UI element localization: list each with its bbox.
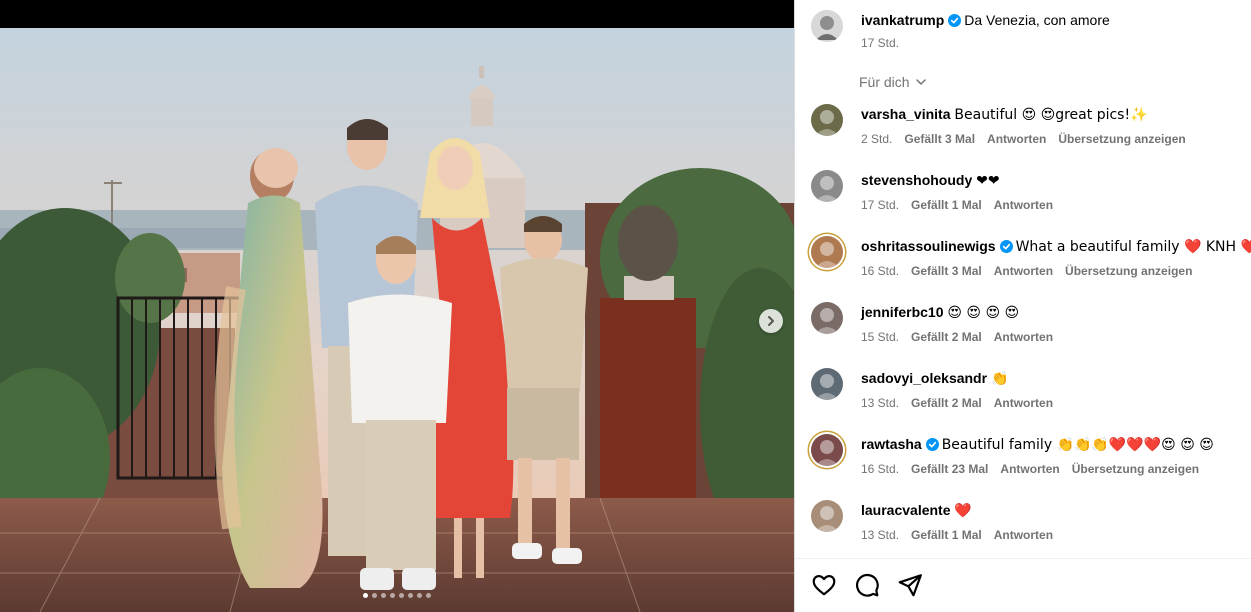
comment-username[interactable]: lauracvalente [861, 502, 951, 518]
comment-meta: 17 Std. Gefällt 1 Mal Antworten [861, 198, 1065, 212]
comment-meta: 13 Std. Gefällt 2 Mal Antworten [861, 396, 1065, 410]
reply-button[interactable]: Antworten [994, 528, 1053, 542]
comment-meta: 13 Std. Gefällt 1 Mal Antworten [861, 528, 1065, 542]
comment-text-line: lauracvalente ❤️ [861, 502, 972, 519]
chevron-right-icon [768, 316, 774, 326]
comment-text-line: oshritassoulinewigs What a beautiful fami… [861, 238, 1251, 256]
carousel-dot[interactable] [381, 593, 386, 598]
commenter-avatar[interactable] [811, 236, 843, 268]
reply-button[interactable]: Antworten [994, 330, 1053, 344]
reply-button[interactable]: Antworten [987, 132, 1046, 146]
comment-meta: 16 Std. Gefällt 3 Mal Antworten Übersetzung… [861, 264, 1204, 278]
divider [795, 558, 1251, 559]
comment-body: ❤️ [954, 503, 972, 519]
comment-username[interactable]: rawtasha [861, 436, 922, 452]
comment-panel: ivankatrump Da Venezia, con amore 17 Std.… [794, 0, 1251, 612]
carousel-dot[interactable] [408, 593, 413, 598]
comment-text-line: jenniferbc10 😍 😍 😍 😍 [861, 304, 1019, 321]
paper-plane-icon[interactable] [897, 572, 923, 598]
carousel-dot[interactable] [390, 593, 395, 598]
commenter-avatar[interactable] [811, 500, 843, 532]
carousel-next-button[interactable] [759, 309, 783, 333]
comment-likes[interactable]: Gefällt 1 Mal [911, 198, 982, 212]
post-media [0, 0, 794, 612]
carousel-dot[interactable] [372, 593, 377, 598]
caption-text: Da Venezia, con amore [964, 12, 1110, 28]
comment-meta: 2 Std. Gefällt 3 Mal Antworten Übersetzung … [861, 132, 1198, 146]
chevron-down-icon [915, 79, 926, 85]
caption-line: ivankatrump Da Venezia, con amore [861, 12, 1110, 30]
comment-time: 2 Std. [861, 132, 893, 146]
carousel-dot[interactable] [399, 593, 404, 598]
comment-meta: 15 Std. Gefällt 2 Mal Antworten [861, 330, 1065, 344]
verified-badge-icon [999, 240, 1013, 256]
reply-button[interactable]: Antworten [994, 198, 1053, 212]
comment-text-line: varsha_vinita Beautiful 😍 😍great pics!✨ [861, 106, 1148, 123]
comment-time: 15 Std. [861, 330, 900, 344]
comment-likes[interactable]: Gefällt 3 Mal [911, 264, 982, 278]
carousel-dot[interactable] [417, 593, 422, 598]
comment-likes[interactable]: Gefällt 1 Mal [911, 528, 982, 542]
comment-username[interactable]: sadovyi_oleksandr [861, 370, 987, 386]
comment-body: What a beautiful family ❤️ KNH ❤️ [1015, 239, 1251, 255]
comment-meta: 16 Std. Gefällt 23 Mal Antworten Übersetzun… [861, 462, 1211, 476]
comment-time: 17 Std. [861, 198, 900, 212]
comment-likes[interactable]: Gefällt 3 Mal [904, 132, 975, 146]
post-actions [811, 572, 923, 598]
comment-time: 13 Std. [861, 528, 900, 542]
commenter-avatar[interactable] [811, 302, 843, 334]
post-time: 17 Std. [861, 36, 900, 50]
author-avatar[interactable] [811, 10, 843, 42]
speech-bubble-icon[interactable] [854, 572, 880, 598]
carousel-dot[interactable] [363, 593, 368, 598]
author-username[interactable]: ivankatrump [861, 12, 944, 28]
comment-likes[interactable]: Gefällt 2 Mal [911, 396, 982, 410]
sort-label: Für dich [859, 74, 910, 90]
commenter-avatar[interactable] [811, 434, 843, 466]
carousel-dot[interactable] [426, 593, 431, 598]
comment-text-line: rawtasha Beautiful family 👏👏👏❤️❤️❤️😍 😍 😍 [861, 436, 1214, 454]
comment-body: 😍 😍 😍 😍 [947, 305, 1020, 321]
commenter-avatar[interactable] [811, 170, 843, 202]
comment-username[interactable]: varsha_vinita [861, 106, 951, 122]
comment-body: Beautiful family 👏👏👏❤️❤️❤️😍 😍 😍 [941, 437, 1214, 453]
comment-body: 👏 [990, 371, 1009, 387]
comment-username[interactable]: stevenshohoudy [861, 172, 972, 188]
translate-button[interactable]: Übersetzung anzeigen [1058, 132, 1185, 146]
comment-text-line: sadovyi_oleksandr 👏 [861, 370, 1008, 387]
heart-outline-icon[interactable] [811, 572, 837, 598]
commenter-avatar[interactable] [811, 104, 843, 136]
comment-username[interactable]: oshritassoulinewigs [861, 238, 996, 254]
comment-username[interactable]: jenniferbc10 [861, 304, 943, 320]
reply-button[interactable]: Antworten [1000, 462, 1059, 476]
translate-button[interactable]: Übersetzung anzeigen [1065, 264, 1192, 278]
verified-badge-icon [925, 438, 939, 454]
comment-text-line: stevenshohoudy ❤❤ [861, 172, 1000, 189]
media-top-bar [0, 0, 794, 28]
comment-sort-dropdown[interactable]: Für dich [859, 74, 927, 90]
caption-meta: 17 Std. [861, 36, 911, 50]
translate-button[interactable]: Übersetzung anzeigen [1072, 462, 1199, 476]
comment-time: 13 Std. [861, 396, 900, 410]
carousel-indicator [0, 593, 794, 598]
comment-likes[interactable]: Gefällt 23 Mal [911, 462, 988, 476]
verified-badge-icon [948, 14, 962, 30]
comment-time: 16 Std. [861, 264, 900, 278]
comment-likes[interactable]: Gefällt 2 Mal [911, 330, 982, 344]
reply-button[interactable]: Antworten [994, 396, 1053, 410]
comment-body: ❤❤ [976, 173, 1000, 189]
comment-time: 16 Std. [861, 462, 900, 476]
reply-button[interactable]: Antworten [994, 264, 1053, 278]
post-photo [0, 28, 794, 612]
comment-body: Beautiful 😍 😍great pics!✨ [954, 107, 1148, 123]
commenter-avatar[interactable] [811, 368, 843, 400]
